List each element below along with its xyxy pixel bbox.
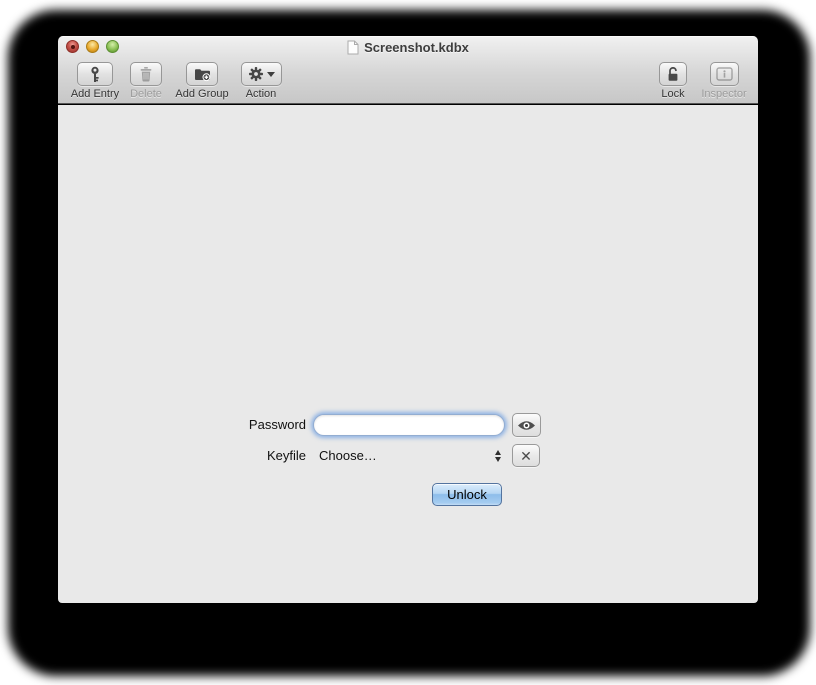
info-panel-icon [716, 67, 733, 81]
reveal-password-button[interactable] [512, 413, 541, 437]
add-entry-label: Add Entry [64, 88, 126, 100]
key-icon [87, 66, 103, 83]
lock-open-icon [665, 66, 681, 82]
delete-label: Delete [125, 88, 167, 100]
folder-add-icon [194, 67, 211, 82]
clear-keyfile-button[interactable]: ✕ [512, 444, 540, 467]
window-title: Screenshot.kdbx [364, 40, 469, 55]
action-menu-button[interactable] [241, 62, 282, 86]
add-group-button[interactable] [186, 62, 218, 86]
lock-button[interactable] [659, 62, 687, 86]
keyfile-label: Keyfile [188, 448, 306, 464]
keyfile-popup-button[interactable]: Choose… [313, 446, 506, 466]
toolbar-item-delete: Delete [125, 62, 167, 100]
password-input[interactable] [313, 414, 505, 436]
zoom-button[interactable] [106, 40, 119, 53]
delete-button[interactable] [130, 62, 162, 86]
lock-label: Lock [653, 88, 693, 100]
add-group-label: Add Group [169, 88, 235, 100]
inspector-button[interactable] [710, 62, 739, 86]
keyfile-selected-value: Choose… [319, 446, 377, 466]
minimize-button[interactable] [86, 40, 99, 53]
chevron-down-icon [267, 72, 275, 77]
toolbar-item-lock: Lock [653, 62, 693, 100]
document-icon [347, 40, 359, 55]
x-icon: ✕ [520, 449, 532, 463]
unlock-button[interactable]: Unlock [432, 483, 502, 506]
toolbar-item-inspector: Inspector [695, 62, 753, 100]
action-label: Action [236, 88, 286, 100]
close-button[interactable] [66, 40, 79, 53]
toolbar-item-action: Action [236, 62, 286, 100]
toolbar-item-add-group: Add Group [169, 62, 235, 100]
app-window: Screenshot.kdbx Add Entry [58, 36, 758, 603]
unlock-panel: Password Keyfile Choose… ✕ Unlock [58, 105, 758, 603]
titlebar-toolbar: Screenshot.kdbx Add Entry [58, 36, 758, 104]
popup-stepper-icon [494, 449, 503, 463]
toolbar-item-add-entry: Add Entry [64, 62, 126, 100]
titlebar: Screenshot.kdbx [128, 36, 688, 58]
trash-icon [138, 66, 154, 82]
screenshot-stage: Screenshot.kdbx Add Entry [0, 0, 816, 685]
password-label: Password [188, 417, 306, 433]
eye-icon [517, 419, 536, 432]
inspector-label: Inspector [695, 88, 753, 100]
add-entry-button[interactable] [77, 62, 113, 86]
gear-icon [248, 66, 264, 82]
